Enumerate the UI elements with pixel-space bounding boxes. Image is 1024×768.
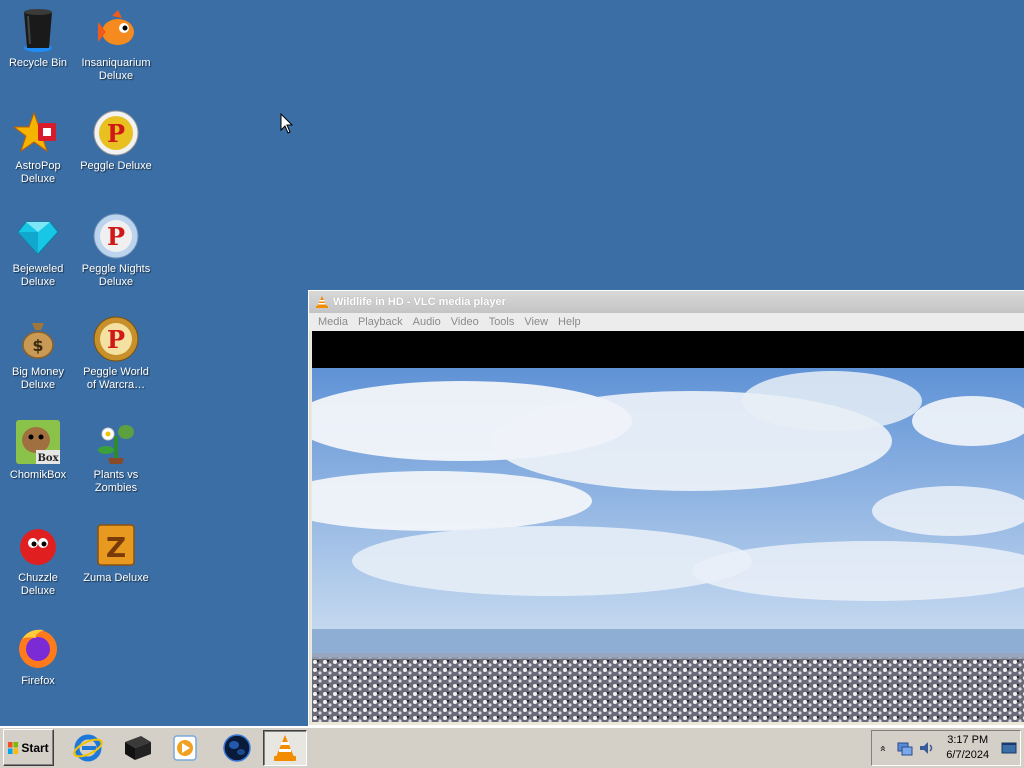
desktop-icon-label: Peggle Deluxe bbox=[80, 160, 152, 172]
menu-video[interactable]: Video bbox=[446, 316, 484, 328]
desktop-icon-label: Zuma Deluxe bbox=[83, 572, 149, 584]
desktop-icon-peggle-nights[interactable]: P Peggle Nights Deluxe bbox=[78, 212, 154, 289]
svg-text:$: $ bbox=[32, 336, 43, 355]
desktop-icon-label: Bejeweled Deluxe bbox=[12, 263, 64, 288]
svg-text:P: P bbox=[107, 119, 125, 148]
globe-icon bbox=[223, 734, 251, 762]
desktop-icon-label: AstroPop Deluxe bbox=[15, 160, 61, 185]
quick-launch-media-player[interactable] bbox=[163, 730, 207, 766]
desktop-icon-label: Big Money Deluxe bbox=[12, 366, 64, 391]
desktop-icon-peggle[interactable]: P Peggle Deluxe bbox=[78, 109, 154, 173]
desktop-icon-zuma[interactable]: Z Zuma Deluxe bbox=[78, 521, 154, 585]
network-icon bbox=[897, 742, 913, 756]
internet-explorer-icon bbox=[73, 734, 103, 762]
start-button[interactable]: Start bbox=[3, 729, 54, 766]
show-desktop-icon bbox=[1001, 742, 1017, 754]
desktop-icon-label: ChomikBox bbox=[9, 469, 67, 481]
peggle-icon: P bbox=[93, 110, 139, 156]
menu-view[interactable]: View bbox=[519, 316, 553, 328]
video-frame bbox=[312, 331, 1024, 722]
desktop-icon-peggle-wow[interactable]: P Peggle World of Warcra… bbox=[78, 315, 154, 392]
desktop-icon-firefox[interactable]: Firefox bbox=[0, 624, 76, 688]
chomikbox-icon: Box bbox=[16, 420, 60, 464]
zuma-icon: Z bbox=[97, 524, 135, 566]
svg-text:P: P bbox=[107, 222, 125, 251]
vlc-window[interactable]: Wildlife in HD - VLC media player Media … bbox=[308, 290, 1024, 726]
firefox-icon bbox=[19, 629, 57, 668]
quick-launch-internet-explorer[interactable] bbox=[66, 730, 110, 766]
black-box-icon bbox=[125, 736, 151, 760]
menu-help[interactable]: Help bbox=[553, 316, 586, 328]
vlc-cone-icon bbox=[274, 735, 296, 761]
desktop-icon-label: Peggle Nights Deluxe bbox=[81, 263, 151, 288]
goldfish-icon bbox=[98, 10, 134, 45]
vlc-cone-icon bbox=[316, 296, 328, 308]
astropop-icon bbox=[14, 111, 56, 153]
svg-text:Z: Z bbox=[106, 531, 126, 564]
vlc-menubar: Media Playback Audio Video Tools View He… bbox=[309, 313, 1024, 331]
desktop-icon-label: Insaniquarium Deluxe bbox=[81, 57, 151, 82]
vlc-window-title: Wildlife in HD - VLC media player bbox=[333, 296, 506, 308]
mouse-cursor-icon bbox=[280, 113, 294, 134]
speaker-icon bbox=[920, 742, 933, 754]
desktop-icon-label: Firefox bbox=[21, 675, 55, 687]
menu-playback[interactable]: Playback bbox=[353, 316, 408, 328]
clock-date: 6/7/2024 bbox=[946, 749, 990, 761]
show-desktop-button[interactable] bbox=[998, 738, 1020, 758]
chevron-up-icon: » bbox=[876, 744, 890, 752]
video-display[interactable] bbox=[312, 331, 1024, 722]
svg-text:P: P bbox=[107, 325, 125, 354]
desktop-icon-label: Peggle World of Warcra… bbox=[83, 366, 149, 391]
menu-audio[interactable]: Audio bbox=[408, 316, 446, 328]
taskbar: Start » 3:17 PM 6/7/2024 bbox=[0, 726, 1024, 768]
desktop-icon-label: Plants vs Zombies bbox=[93, 469, 139, 494]
system-tray: » 3:17 PM 6/7/2024 bbox=[871, 730, 1021, 766]
desktop-icon-label: Chuzzle Deluxe bbox=[18, 572, 58, 597]
desktop-icon-astropop[interactable]: AstroPop Deluxe bbox=[0, 109, 76, 186]
menu-media[interactable]: Media bbox=[313, 316, 353, 328]
desktop-icon-label: Recycle Bin bbox=[8, 57, 68, 69]
media-player-icon bbox=[173, 735, 197, 761]
desktop-icon-chomikbox[interactable]: Box ChomikBox bbox=[0, 418, 76, 482]
tray-volume[interactable] bbox=[915, 738, 937, 758]
money-bag-icon: $ bbox=[22, 323, 54, 359]
gem-icon bbox=[17, 221, 59, 255]
quick-launch-black-box[interactable] bbox=[115, 730, 159, 766]
tray-expand-button[interactable]: » bbox=[872, 738, 894, 758]
desktop-icon-plants-vs-zombies[interactable]: Plants vs Zombies bbox=[78, 418, 154, 495]
desktop-icon-big-money[interactable]: $ Big Money Deluxe bbox=[0, 315, 76, 392]
desktop-icon-bejeweled[interactable]: Bejeweled Deluxe bbox=[0, 212, 76, 289]
plants-vs-zombies-icon bbox=[98, 425, 134, 464]
peggle-nights-icon: P bbox=[93, 213, 139, 259]
menu-tools[interactable]: Tools bbox=[484, 316, 520, 328]
chuzzle-icon bbox=[20, 529, 56, 565]
svg-text:Box: Box bbox=[37, 453, 59, 464]
quick-launch-globe[interactable] bbox=[215, 730, 259, 766]
desktop-icon-recycle-bin[interactable]: Recycle Bin bbox=[0, 6, 76, 70]
peggle-wow-icon: P bbox=[93, 316, 139, 362]
windows-logo-icon bbox=[8, 741, 19, 754]
start-label: Start bbox=[21, 740, 49, 755]
desktop-icon-chuzzle[interactable]: Chuzzle Deluxe bbox=[0, 521, 76, 598]
recycle-bin-icon bbox=[24, 9, 52, 52]
clock-time: 3:17 PM bbox=[947, 734, 989, 746]
tray-clock[interactable]: 3:17 PM 6/7/2024 bbox=[937, 733, 998, 763]
vlc-titlebar[interactable]: Wildlife in HD - VLC media player bbox=[309, 291, 1024, 313]
taskbar-button-vlc[interactable] bbox=[263, 730, 307, 766]
desktop-icon-insaniquarium[interactable]: Insaniquarium Deluxe bbox=[78, 6, 154, 83]
tray-network[interactable] bbox=[894, 738, 916, 758]
